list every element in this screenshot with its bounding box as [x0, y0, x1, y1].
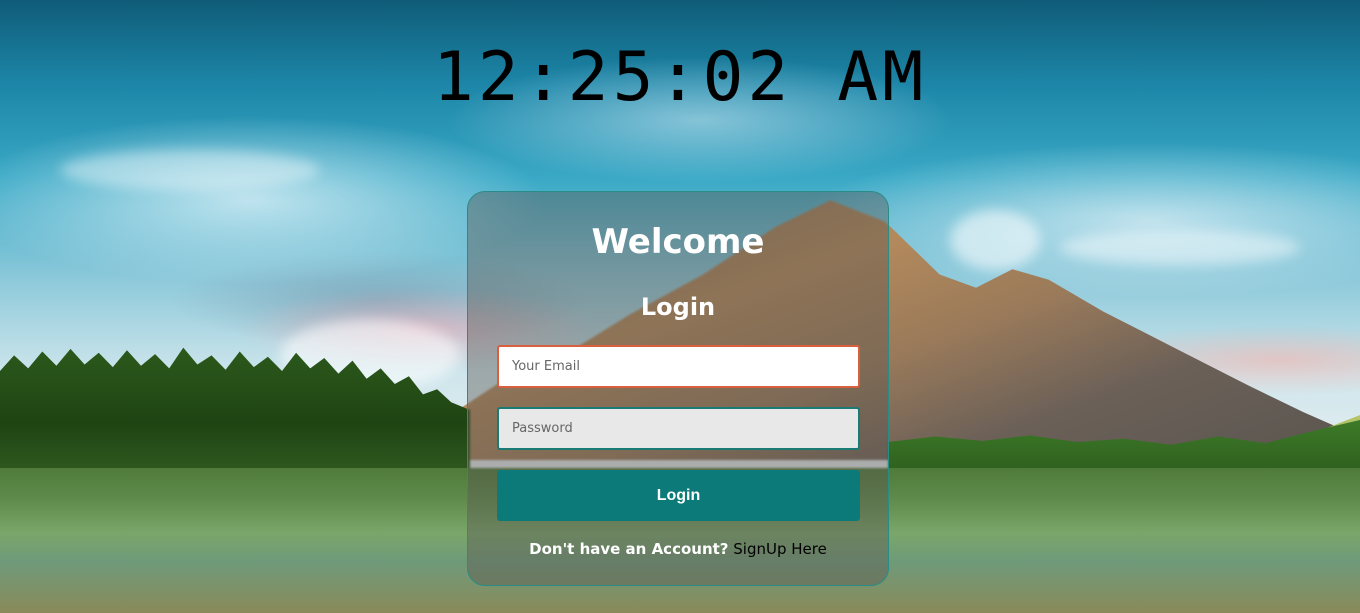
password-input[interactable]: [497, 407, 860, 450]
login-button[interactable]: Login: [497, 470, 860, 521]
login-card: Welcome Login Login Don't have an Accoun…: [467, 191, 889, 586]
digital-clock: 12:25:02 AM: [432, 38, 928, 117]
signup-link[interactable]: SignUp Here: [733, 540, 827, 558]
welcome-title: Welcome: [591, 222, 765, 262]
signup-prompt: Don't have an Account?: [529, 540, 729, 558]
signup-row: Don't have an Account? SignUp Here: [468, 539, 888, 559]
login-heading: Login: [640, 293, 716, 321]
email-input[interactable]: [497, 345, 860, 388]
